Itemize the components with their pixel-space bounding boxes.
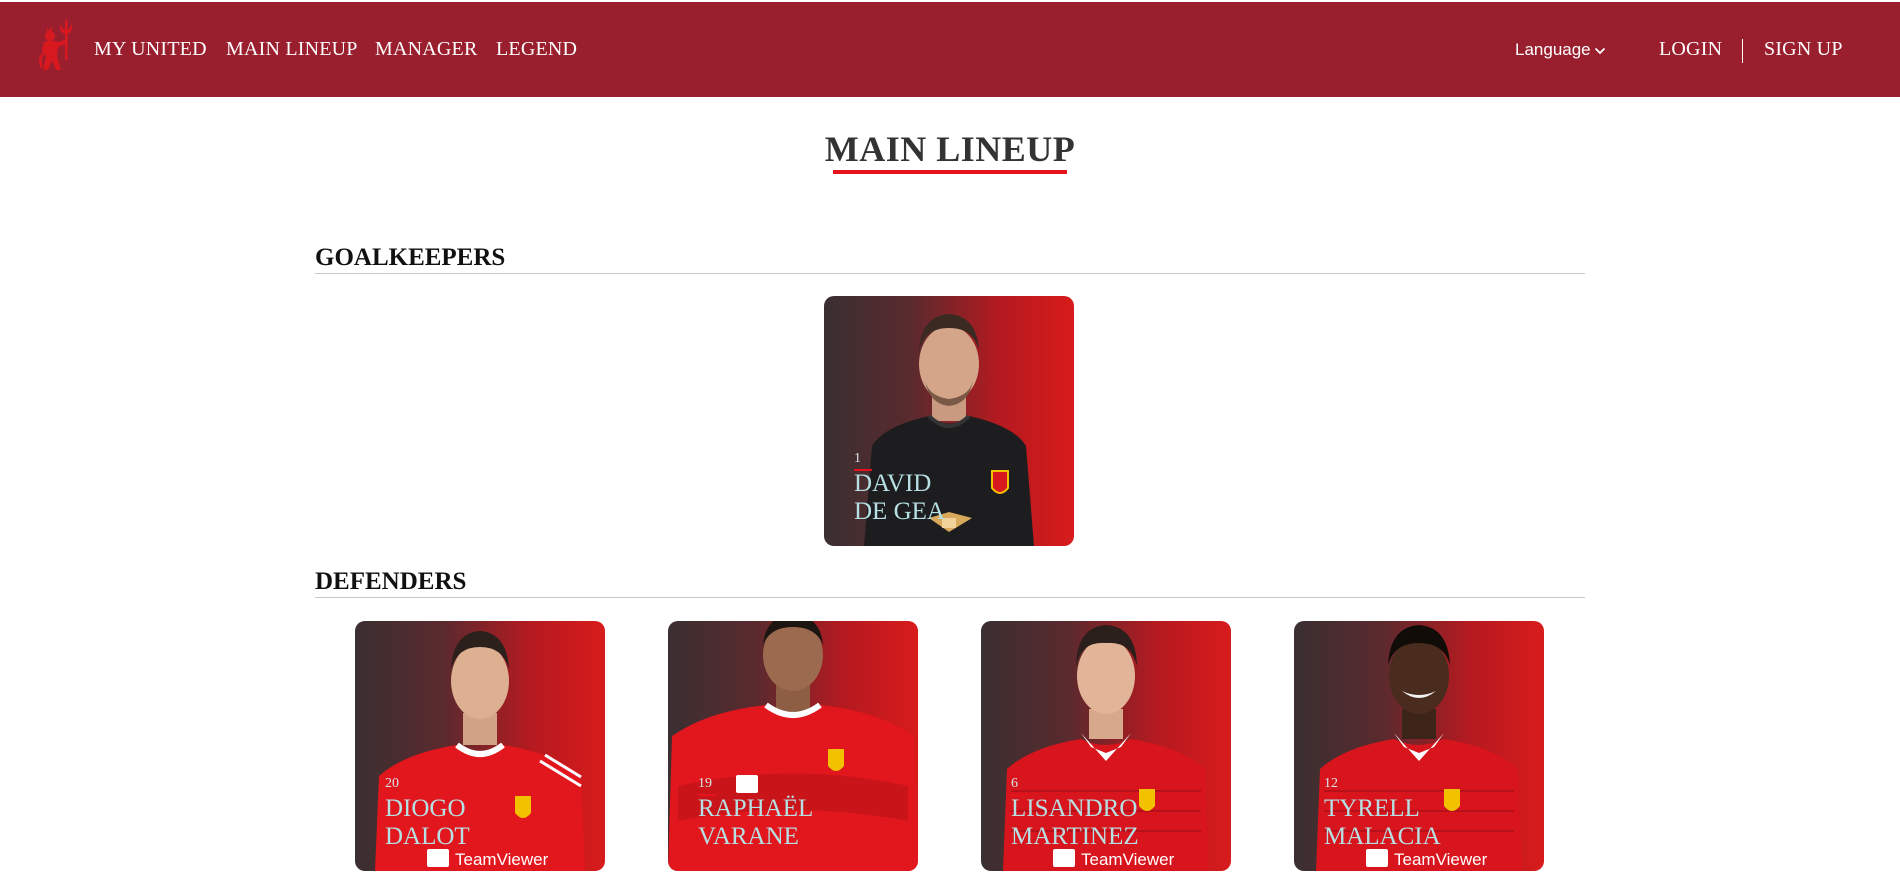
player-first-name: DIOGO [385, 795, 466, 822]
player-name: DAVID DE GEA [854, 470, 945, 526]
signup-link[interactable]: SIGN UP [1764, 38, 1843, 61]
player-last-name: DE GEA [854, 498, 945, 525]
player-name: RAPHAËL VARANE [698, 795, 813, 851]
section-divider [315, 597, 1585, 598]
player-card-dalot[interactable]: TeamViewer 20 DIOGO DALOT [355, 621, 605, 871]
player-first-name: TYRELL [1324, 795, 1420, 822]
sponsor-text: TeamViewer [1394, 850, 1488, 869]
player-last-name: MARTINEZ [1011, 823, 1139, 850]
auth-divider [1742, 39, 1743, 63]
sponsor-text: TeamViewer [1081, 850, 1175, 869]
player-card-de-gea[interactable]: 1 DAVID DE GEA [824, 296, 1074, 546]
title-underline [833, 170, 1067, 174]
player-card-varane[interactable]: 19 RAPHAËL VARANE [668, 621, 918, 871]
nav-my-united[interactable]: MY UNITED [94, 38, 207, 61]
player-number: 19 [698, 776, 712, 791]
player-number: 1 [854, 451, 861, 466]
player-card-martinez[interactable]: TeamViewer 6 LISANDRO MARTINEZ [981, 621, 1231, 871]
player-name: LISANDRO MARTINEZ [1011, 795, 1139, 851]
section-divider [315, 273, 1585, 274]
section-title-goalkeepers: GOALKEEPERS [315, 244, 506, 271]
red-devil-logo-icon[interactable] [36, 20, 78, 74]
player-first-name: DAVID [854, 470, 932, 497]
player-number: 20 [385, 776, 399, 791]
player-name: DIOGO DALOT [385, 795, 470, 851]
login-link[interactable]: LOGIN [1659, 38, 1722, 61]
page-title: MAIN LINEUP [824, 129, 1076, 169]
nav-manager[interactable]: MANAGER [375, 38, 478, 61]
player-first-name: RAPHAËL [698, 795, 814, 822]
player-last-name: VARANE [698, 823, 799, 850]
player-last-name: DALOT [385, 823, 470, 850]
player-number: 12 [1324, 776, 1338, 791]
player-number: 6 [1011, 776, 1018, 791]
nav-legend[interactable]: LEGEND [496, 38, 577, 61]
player-first-name: LISANDRO [1011, 795, 1138, 822]
language-dropdown[interactable]: Language [1515, 40, 1606, 60]
sponsor-text: TeamViewer [455, 850, 549, 869]
section-title-defenders: DEFENDERS [315, 568, 467, 595]
top-navigation-bar: MY UNITED MAIN LINEUP MANAGER LEGEND Lan… [0, 2, 1900, 97]
language-label: Language [1515, 40, 1591, 59]
player-card-malacia[interactable]: TeamViewer 12 TYRELL MALACIA [1294, 621, 1544, 871]
player-last-name: MALACIA [1324, 823, 1441, 850]
nav-main-lineup[interactable]: MAIN LINEUP [226, 38, 358, 61]
player-name: TYRELL MALACIA [1324, 795, 1441, 851]
chevron-down-icon [1594, 47, 1605, 54]
